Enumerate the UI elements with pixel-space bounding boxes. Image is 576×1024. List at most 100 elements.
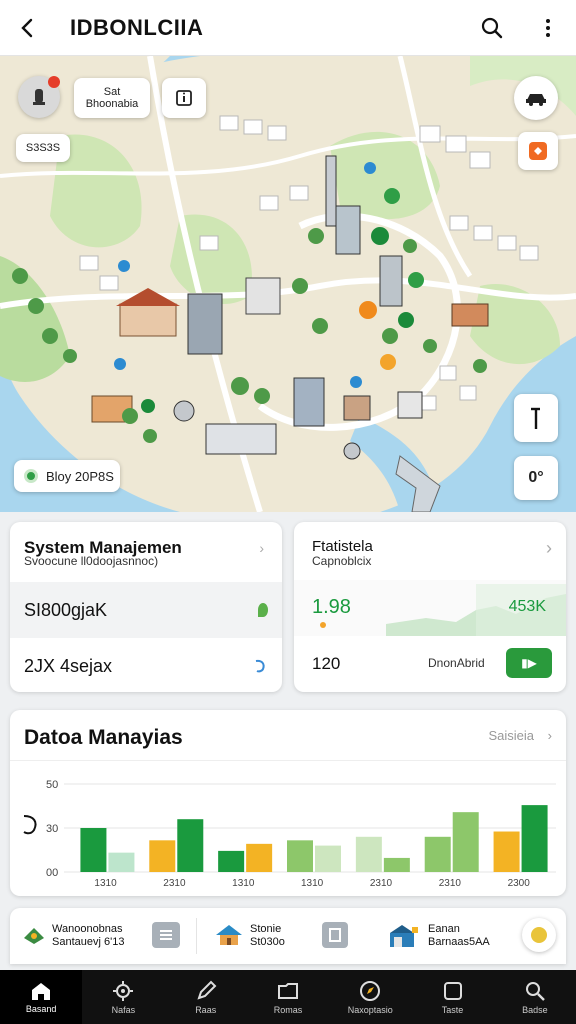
shop-icon xyxy=(390,925,418,947)
shortcut-3-action[interactable] xyxy=(522,918,556,952)
shortcut-3-line1: Eanan xyxy=(428,923,460,935)
nav-item-tablet[interactable]: Taste xyxy=(411,970,493,1024)
x-tick-label: 2310 xyxy=(370,878,393,889)
list-icon xyxy=(160,930,172,940)
house-icon xyxy=(216,925,242,945)
nav-item-edit[interactable]: Raas xyxy=(165,970,247,1024)
city-map[interactable]: Sat Bhoonabia S3S3S Bloy 20P8S 0° xyxy=(0,56,576,512)
statistics-card[interactable]: Ftatistela Capnoblcix › 1.98 453K 120 Dn… xyxy=(294,522,566,692)
chart-bar xyxy=(246,843,273,872)
system-card-subtitle: Svoocune ll0doojasnnoc) xyxy=(24,554,159,568)
location-label-chip[interactable]: Sat Bhoonabia xyxy=(74,78,150,118)
stats-bottom-left: 120 xyxy=(312,654,341,673)
shortcut-divider xyxy=(196,918,197,954)
data-chart-card: Datoa Manayias Saisieia › 50 30 00 1310 2310… xyxy=(10,710,566,896)
nav-label-search: Badse xyxy=(522,1004,548,1015)
pen-icon xyxy=(197,980,217,1000)
page-title: IDBONLCIIA xyxy=(70,14,204,40)
system-management-card[interactable]: System Manajemen Svoocune ll0doojasnnoc)… xyxy=(10,522,282,692)
chart-card-link[interactable]: Saisieia › xyxy=(489,728,553,743)
info-button[interactable] xyxy=(162,78,206,118)
nav-label-home: Basand xyxy=(25,1003,57,1014)
shortcut-2-line1: Stonie xyxy=(250,923,282,935)
more-vertical-icon xyxy=(546,18,550,37)
chart-bar xyxy=(108,852,135,872)
stats-next-button[interactable]: ▮▶ xyxy=(506,648,552,678)
user-avatar-icon xyxy=(33,89,45,105)
nav-item-settings[interactable]: Nafas xyxy=(82,970,164,1024)
shortcut-1-line2: Santauevj 6'13 xyxy=(52,936,125,948)
map-pin-icon xyxy=(24,928,44,944)
nav-item-explore[interactable]: Naxoptasio xyxy=(329,970,411,1024)
x-tick-label: 1310 xyxy=(301,878,324,889)
compass-icon xyxy=(360,980,381,1001)
nav-item-folder[interactable]: Romas xyxy=(247,970,329,1024)
stats-value-left: 1.98 xyxy=(312,596,351,618)
chart-bracket-mark xyxy=(23,815,37,835)
shortcut-1-action[interactable] xyxy=(152,922,180,948)
rotation-button[interactable]: 0° xyxy=(514,456,558,500)
compass-button[interactable] xyxy=(514,394,558,442)
play-forward-icon: ▮▶ xyxy=(521,656,537,670)
nav-label-explore: Naxoptasio xyxy=(347,1004,393,1015)
chart-bar xyxy=(424,836,451,872)
search-icon xyxy=(481,17,503,38)
notification-dot xyxy=(48,76,60,88)
car-icon xyxy=(526,94,546,106)
shortcut-2[interactable]: Stonie St030o xyxy=(214,920,324,952)
shortcut-2-action[interactable] xyxy=(322,922,348,948)
more-menu-button[interactable] xyxy=(520,0,576,56)
chart-bar xyxy=(80,828,107,872)
y-tick-label: 00 xyxy=(46,867,58,879)
app-header: IDBONLCIIA xyxy=(0,0,576,56)
map-illustration xyxy=(0,56,576,512)
day-status-chip[interactable]: Bloy 20P8S xyxy=(14,460,120,492)
stats-card-title: Ftatistela xyxy=(312,538,373,555)
shortcut-1-line1: Wanoonobnas xyxy=(52,923,123,935)
document-icon xyxy=(329,928,341,942)
stats-bottom-mid: DnonAbrid xyxy=(428,656,485,670)
chart-divider xyxy=(10,760,566,761)
x-tick-label: 2310 xyxy=(163,878,186,889)
info-icon xyxy=(176,90,192,106)
back-arrow-icon xyxy=(21,18,33,37)
nav-label-edit: Raas xyxy=(195,1004,217,1015)
search-icon xyxy=(525,981,545,1001)
home-icon xyxy=(32,982,51,1000)
chart-bar xyxy=(452,812,479,872)
status-dot-icon xyxy=(24,469,38,483)
chart-bar xyxy=(355,836,382,872)
search-button[interactable] xyxy=(464,0,520,56)
day-status-label: Bloy 20P8S xyxy=(46,468,114,484)
chart-bar xyxy=(493,831,520,872)
nav-item-home[interactable]: Basand xyxy=(0,970,83,1024)
x-tick-label: 1310 xyxy=(94,878,117,889)
system-row-2-label: 2JX 4sejax xyxy=(24,655,113,676)
stats-value-right: 453K xyxy=(508,598,546,615)
nav-label-folder: Romas xyxy=(273,1004,303,1015)
chart-bar xyxy=(521,805,548,872)
y-tick-label: 50 xyxy=(46,779,58,791)
shortcuts-card: Wanoonobnas Santauevj 6'13 Stonie St030o… xyxy=(10,908,566,964)
leaf-icon xyxy=(258,603,268,617)
chart-bar xyxy=(383,857,410,872)
system-row-2[interactable]: 2JX 4sejax xyxy=(10,640,282,692)
chart-link-label: Saisieia xyxy=(488,728,535,743)
map-layers-button[interactable] xyxy=(514,76,558,120)
orange-marker-icon xyxy=(320,622,326,628)
chart-bar xyxy=(315,845,341,872)
chart-bar xyxy=(218,850,245,872)
nav-label-settings: Nafas xyxy=(111,1004,136,1015)
x-tick-label: 1310 xyxy=(232,878,255,889)
chevron-right-icon[interactable]: › xyxy=(546,538,552,559)
nav-item-search[interactable]: Badse xyxy=(494,970,576,1024)
stats-card-subtitle: Capnoblcix xyxy=(312,554,372,568)
chevron-right-icon[interactable]: › xyxy=(259,540,264,556)
shortcut-3[interactable]: Eanan Barnaas5AA xyxy=(388,920,508,952)
chart-bar xyxy=(149,840,176,872)
poi-filter-button[interactable] xyxy=(518,132,558,170)
yellow-dot-icon xyxy=(531,927,547,943)
nav-label-tablet: Taste xyxy=(441,1004,464,1015)
system-row-1[interactable]: SI800gjaK xyxy=(10,582,282,638)
back-button[interactable] xyxy=(0,0,56,56)
